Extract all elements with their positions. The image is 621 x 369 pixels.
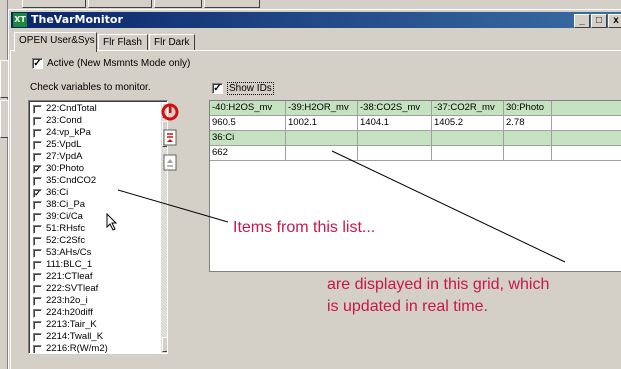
annotation-grid-note-line1: are displayed in this grid, which (327, 276, 550, 293)
annotation-grid-note-line2: is updated in real time. (327, 298, 488, 315)
tab-open-user-sys[interactable]: OPEN User&Sys (14, 32, 97, 52)
annotation-line-list (117, 189, 229, 223)
mouse-cursor-icon (106, 212, 118, 234)
annotation-line-grid (331, 150, 566, 263)
annotation-list-note: Items from this list... (233, 219, 376, 236)
annotation-lines (117, 150, 566, 263)
